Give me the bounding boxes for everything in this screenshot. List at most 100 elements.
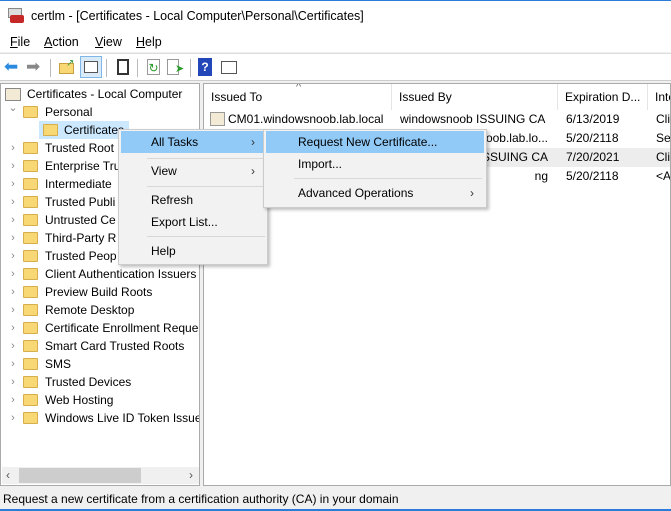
chevron-right-icon[interactable]: ›	[7, 139, 19, 157]
table-cell: Clie	[656, 112, 670, 126]
chevron-right-icon[interactable]: ›	[7, 265, 19, 283]
tree-item-label: Trusted Peop	[45, 249, 117, 263]
folder-icon	[23, 394, 38, 406]
folder-icon	[23, 286, 38, 298]
certificate-icon	[210, 112, 225, 126]
tree-item-label: Certificates	[64, 123, 125, 137]
chevron-right-icon[interactable]: ›	[7, 247, 19, 265]
folder-icon	[23, 196, 38, 208]
menu-item-advanced-operations[interactable]: Advanced Operations ›	[266, 182, 484, 204]
scroll-right-icon[interactable]: ›	[189, 468, 193, 482]
scrollbar-thumb[interactable]	[19, 468, 141, 483]
chevron-right-icon[interactable]: ›	[7, 391, 19, 409]
tree-item-label: Web Hosting	[45, 393, 114, 407]
table-cell: CM01.windowsnoob.lab.local	[228, 112, 384, 126]
chevron-right-icon[interactable]: ›	[7, 229, 19, 247]
status-bar: Request a new certificate from a certifi…	[0, 488, 671, 511]
column-issued-by[interactable]: Issued By	[392, 84, 558, 110]
chevron-right-icon[interactable]: ›	[7, 409, 19, 427]
folder-icon	[23, 250, 38, 262]
up-folder-icon[interactable]: ↗	[58, 58, 76, 76]
tree-horizontal-scrollbar[interactable]: ‹ ›	[2, 467, 199, 484]
table-cell: oob.lab.lo...	[485, 131, 548, 145]
menu-item-refresh[interactable]: Refresh	[121, 189, 265, 211]
folder-icon	[23, 376, 38, 388]
tree-item-label: Certificate Enrollment Reque	[45, 321, 199, 335]
help-icon[interactable]: ?	[198, 58, 212, 76]
all-tasks-submenu: Request New Certificate... Import... Adv…	[263, 129, 487, 208]
folder-icon	[23, 340, 38, 352]
table-cell: SSUING CA	[481, 150, 548, 164]
tree-item-label: Intermediate	[45, 177, 112, 191]
refresh-icon[interactable]: ↻	[145, 58, 163, 76]
show-action-pane-icon[interactable]	[220, 58, 238, 76]
folder-icon	[23, 358, 38, 370]
menu-item-help[interactable]: Help	[121, 240, 265, 262]
tree-item-label: Enterprise Tru	[45, 159, 121, 173]
back-icon[interactable]: ⬅	[4, 58, 22, 76]
tree-item-certificates[interactable]: Certificates	[39, 121, 129, 139]
column-issued-to[interactable]: Issued To	[204, 84, 392, 110]
forward-icon[interactable]: ➡	[26, 58, 44, 76]
tree-item-label: Smart Card Trusted Roots	[45, 339, 185, 353]
table-cell: windowsnoob ISSUING CA	[400, 112, 546, 126]
chevron-right-icon[interactable]: ›	[7, 355, 19, 373]
table-cell: 7/20/2021	[566, 150, 620, 164]
tree-item-label: Preview Build Roots	[45, 285, 153, 299]
certlm-app-icon	[7, 8, 25, 24]
menu-item-import[interactable]: Import...	[266, 153, 484, 175]
chevron-right-icon[interactable]: ›	[7, 193, 19, 211]
menu-item-export-list[interactable]: Export List...	[121, 211, 265, 233]
chevron-right-icon[interactable]: ›	[7, 157, 19, 175]
scroll-left-icon[interactable]: ‹	[6, 468, 10, 482]
tree-item-label: SMS	[45, 357, 72, 371]
folder-icon	[23, 304, 38, 316]
table-cell: ng	[534, 169, 548, 183]
tree-root-label: Certificates - Local Computer	[27, 87, 183, 101]
table-cell: <A	[656, 169, 671, 183]
tree-item-label: Trusted Root	[45, 141, 114, 155]
chevron-right-icon[interactable]: ›	[7, 211, 19, 229]
chevron-down-icon[interactable]: ⌄	[7, 99, 19, 117]
table-cell: 6/13/2019	[566, 112, 620, 126]
folder-icon	[43, 124, 58, 136]
tree-item-label: Personal	[45, 105, 93, 119]
table-row[interactable]: CM01.windowsnoob.lab.local windowsnoob IS…	[204, 110, 670, 129]
chevron-right-icon[interactable]: ›	[7, 373, 19, 391]
title-bar: certlm - [Certificates - Local Computer\…	[0, 0, 671, 32]
table-cell: Clie	[656, 150, 670, 164]
status-text: Request a new certificate from a certifi…	[3, 492, 399, 506]
folder-icon	[23, 142, 38, 154]
folder-icon	[23, 232, 38, 244]
column-expiration-date[interactable]: Expiration D...	[558, 84, 648, 110]
show-hide-console-tree-icon[interactable]	[80, 56, 102, 78]
toolbar: ⬅ ➡ ↗ ↻ ➤ ?	[0, 53, 671, 81]
folder-icon	[23, 160, 38, 172]
chevron-right-icon[interactable]: ›	[7, 319, 19, 337]
properties-icon[interactable]	[114, 58, 132, 76]
chevron-right-icon[interactable]: ›	[7, 301, 19, 319]
folder-icon	[23, 322, 38, 334]
export-list-icon[interactable]: ➤	[166, 58, 184, 76]
menu-item-view[interactable]: View ›	[121, 160, 265, 182]
chevron-right-icon[interactable]: ›	[7, 283, 19, 301]
tree-item-label: Remote Desktop	[45, 303, 135, 317]
folder-icon	[23, 214, 38, 226]
chevron-right-icon[interactable]: ›	[7, 337, 19, 355]
menu-file[interactable]: File	[10, 35, 30, 49]
table-cell: 5/20/2118	[566, 169, 619, 183]
menu-action[interactable]: Action	[44, 35, 79, 49]
folder-icon	[23, 178, 38, 190]
tree-item-label: Trusted Devices	[45, 375, 132, 389]
table-cell: Ser	[656, 131, 671, 145]
chevron-right-icon[interactable]: ›	[7, 175, 19, 193]
menu-item-request-new-certificate[interactable]: Request New Certificate...	[266, 131, 484, 153]
menu-item-all-tasks[interactable]: All Tasks ›	[121, 131, 265, 153]
menu-view[interactable]: View	[95, 35, 122, 49]
chevron-right-icon: ›	[251, 164, 255, 178]
menu-help[interactable]: Help	[136, 35, 162, 49]
column-intended-purposes[interactable]: Inte	[648, 84, 670, 110]
chevron-right-icon: ›	[470, 186, 474, 200]
window-title: certlm - [Certificates - Local Computer\…	[31, 9, 364, 23]
tree-item-label: Trusted Publi	[45, 195, 116, 209]
